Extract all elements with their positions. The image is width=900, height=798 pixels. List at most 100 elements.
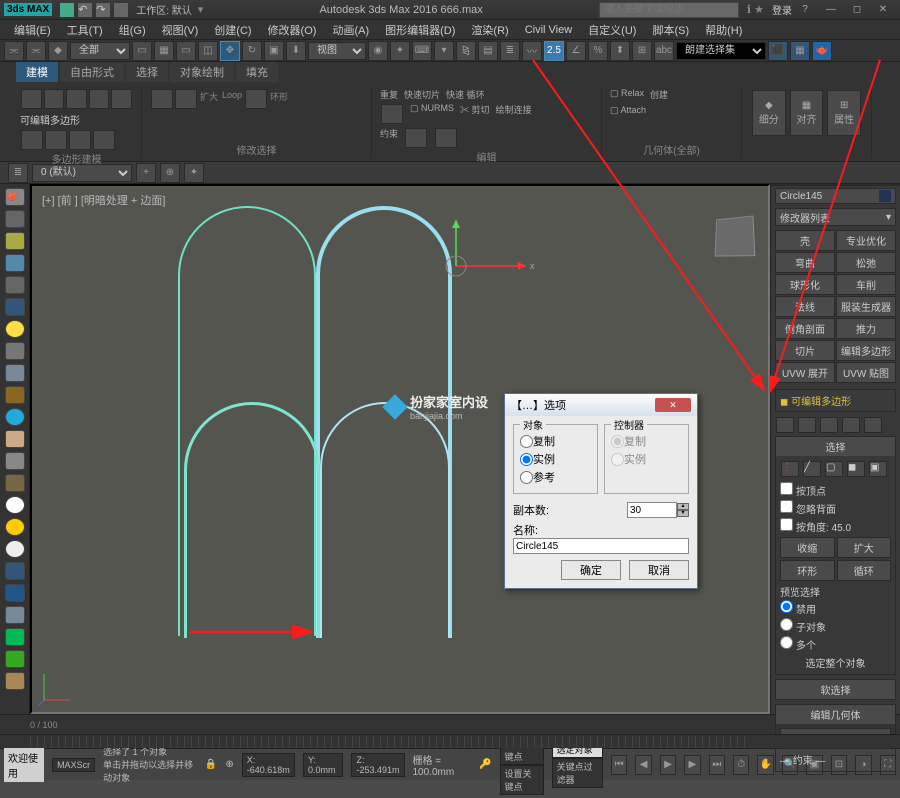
curve-editor-button[interactable]: 〰 bbox=[522, 41, 542, 61]
sub2-icon[interactable] bbox=[45, 130, 67, 150]
close-icon[interactable]: ✕ bbox=[870, 2, 896, 18]
utilities-tab-icon[interactable] bbox=[879, 184, 900, 186]
light-icon[interactable] bbox=[5, 320, 25, 338]
menu-help[interactable]: 帮助(H) bbox=[697, 22, 750, 38]
display-tab-icon[interactable] bbox=[857, 184, 879, 186]
proj11-icon[interactable] bbox=[5, 452, 25, 470]
tab-selection[interactable]: 选择 bbox=[126, 62, 168, 82]
loop-label[interactable]: Loop bbox=[222, 90, 242, 108]
rollout-editgeo-header[interactable]: 编辑几何体 bbox=[776, 705, 895, 724]
scale-button[interactable]: ▣ bbox=[264, 41, 284, 61]
cut-button[interactable]: 剪切 bbox=[472, 105, 490, 115]
tab-freeform[interactable]: 自由形式 bbox=[60, 62, 124, 82]
proj18-icon[interactable] bbox=[5, 672, 25, 690]
menu-edit[interactable]: 编辑(E) bbox=[6, 22, 59, 38]
mod-uvwunwrap[interactable]: UVW 展开 bbox=[775, 362, 835, 383]
copies-input[interactable] bbox=[627, 502, 677, 518]
proj13-icon[interactable] bbox=[5, 496, 25, 514]
viewcube[interactable] bbox=[715, 215, 756, 256]
select-button[interactable]: ▭ bbox=[132, 41, 152, 61]
minimize-icon[interactable]: — bbox=[818, 2, 844, 18]
material-editor-button[interactable]: abc bbox=[654, 41, 674, 61]
undo-icon[interactable]: ↶ bbox=[78, 3, 92, 17]
mod-bend[interactable]: 弯曲 bbox=[775, 252, 835, 273]
grass-icon[interactable] bbox=[5, 650, 25, 668]
redo-icon[interactable]: ↷ bbox=[96, 3, 110, 17]
align-button-rib[interactable]: ▦对齐 bbox=[790, 90, 824, 136]
edge-mode-icon[interactable] bbox=[44, 89, 65, 109]
keyboard-button[interactable]: ⌨ bbox=[412, 41, 432, 61]
properties-button[interactable]: ⊞属性 bbox=[827, 90, 861, 136]
menu-tools[interactable]: 工具(T) bbox=[59, 22, 111, 38]
named-selection-set[interactable]: 朗建选择集 bbox=[676, 42, 766, 60]
named-sel-button[interactable]: ▾ bbox=[434, 41, 454, 61]
ctrl-instance-radio[interactable]: 实例 bbox=[611, 451, 682, 467]
element-mode-icon[interactable] bbox=[111, 89, 132, 109]
mod-garment[interactable]: 服装生成器 bbox=[836, 296, 896, 317]
hierarchy-tab-icon[interactable] bbox=[814, 184, 836, 186]
ref-coord[interactable]: 视图 bbox=[308, 42, 366, 60]
help-icon[interactable]: ? bbox=[792, 2, 818, 18]
layer-select[interactable]: 0 (默认) bbox=[32, 164, 132, 182]
mod-relax[interactable]: 松弛 bbox=[836, 252, 896, 273]
save-icon[interactable] bbox=[60, 3, 74, 17]
cancel-button[interactable]: 取消 bbox=[629, 560, 689, 580]
loop-button[interactable]: 循环 bbox=[837, 560, 892, 581]
proj9-icon[interactable] bbox=[5, 408, 25, 426]
sub3-icon[interactable] bbox=[69, 130, 91, 150]
reset-button[interactable]: 重复 bbox=[380, 88, 398, 101]
proj8-icon[interactable] bbox=[5, 386, 25, 404]
copy-radio[interactable]: 复制 bbox=[520, 433, 591, 449]
menu-modifiers[interactable]: 修改器(O) bbox=[260, 22, 325, 38]
edit1-icon[interactable] bbox=[381, 104, 403, 124]
sel-element-icon[interactable]: ▣ bbox=[869, 461, 887, 477]
stack-pin-icon[interactable] bbox=[776, 417, 794, 433]
proj1-icon[interactable] bbox=[5, 210, 25, 228]
spinner-snap-button[interactable]: ⬍ bbox=[610, 41, 630, 61]
layers-button[interactable]: ≣ bbox=[500, 41, 520, 61]
stack-show-icon[interactable] bbox=[798, 417, 816, 433]
key-filter-button[interactable]: 关键点过滤器 bbox=[552, 758, 603, 788]
copies-spinner[interactable]: ▴▾ bbox=[677, 503, 689, 517]
bind-button[interactable]: ◆ bbox=[48, 41, 68, 61]
maxscript-button[interactable]: MAXScr bbox=[52, 758, 95, 772]
menu-animation[interactable]: 动画(A) bbox=[324, 22, 377, 38]
quickslice-button[interactable]: 快速切片 bbox=[404, 88, 440, 101]
ctrl-copy-radio[interactable]: 复制 bbox=[611, 433, 682, 449]
menu-render[interactable]: 渲染(R) bbox=[463, 22, 516, 38]
render-frame-button[interactable]: ▦ bbox=[790, 41, 810, 61]
teapot-icon[interactable]: 🫖 bbox=[5, 188, 25, 206]
subdivide-button[interactable]: ◆细分 bbox=[752, 90, 786, 136]
sel-edge-icon[interactable]: ╱ bbox=[803, 461, 821, 477]
render-button[interactable]: 🫖 bbox=[812, 41, 832, 61]
tab-populate[interactable]: 填充 bbox=[236, 62, 278, 82]
attach-button[interactable]: Attach bbox=[621, 105, 647, 115]
grow-button[interactable]: 扩大 bbox=[837, 537, 892, 558]
nurms-check[interactable]: NURMS bbox=[421, 103, 454, 113]
workspace-label[interactable]: 工作区: 默认 bbox=[136, 2, 192, 17]
mod-bevelprofile[interactable]: 倒角剖面 bbox=[775, 318, 835, 339]
sub4-icon[interactable] bbox=[93, 130, 115, 150]
place-button[interactable]: ⬇ bbox=[286, 41, 306, 61]
maximize-icon[interactable]: ◻ bbox=[844, 2, 870, 18]
coord-x[interactable]: X: -640.618m bbox=[242, 753, 295, 777]
paint-connect-button[interactable]: 绘制连接 bbox=[496, 103, 532, 125]
select-name-button[interactable]: ▦ bbox=[154, 41, 174, 61]
by-angle-check[interactable]: 按角度: 45.0 bbox=[780, 517, 891, 535]
preview-sub[interactable]: 子对象 bbox=[780, 617, 891, 635]
ok-button[interactable]: 确定 bbox=[561, 560, 621, 580]
proj12-icon[interactable] bbox=[5, 474, 25, 492]
proj7-icon[interactable] bbox=[5, 364, 25, 382]
mod-push[interactable]: 推力 bbox=[836, 318, 896, 339]
sub1-icon[interactable] bbox=[21, 130, 43, 150]
mod-slice[interactable]: 切片 bbox=[775, 340, 835, 361]
name-input[interactable] bbox=[513, 538, 689, 554]
instance-radio[interactable]: 实例 bbox=[520, 451, 591, 467]
con1-icon[interactable] bbox=[405, 128, 427, 148]
proj5-icon[interactable] bbox=[5, 298, 25, 316]
rollout-selection-header[interactable]: 选择 bbox=[776, 437, 895, 456]
goto-start-icon[interactable]: ⏮ bbox=[611, 755, 627, 775]
sel-poly-icon[interactable]: ◼ bbox=[847, 461, 865, 477]
percent-snap-button[interactable]: % bbox=[588, 41, 608, 61]
menu-script[interactable]: 脚本(S) bbox=[644, 22, 697, 38]
